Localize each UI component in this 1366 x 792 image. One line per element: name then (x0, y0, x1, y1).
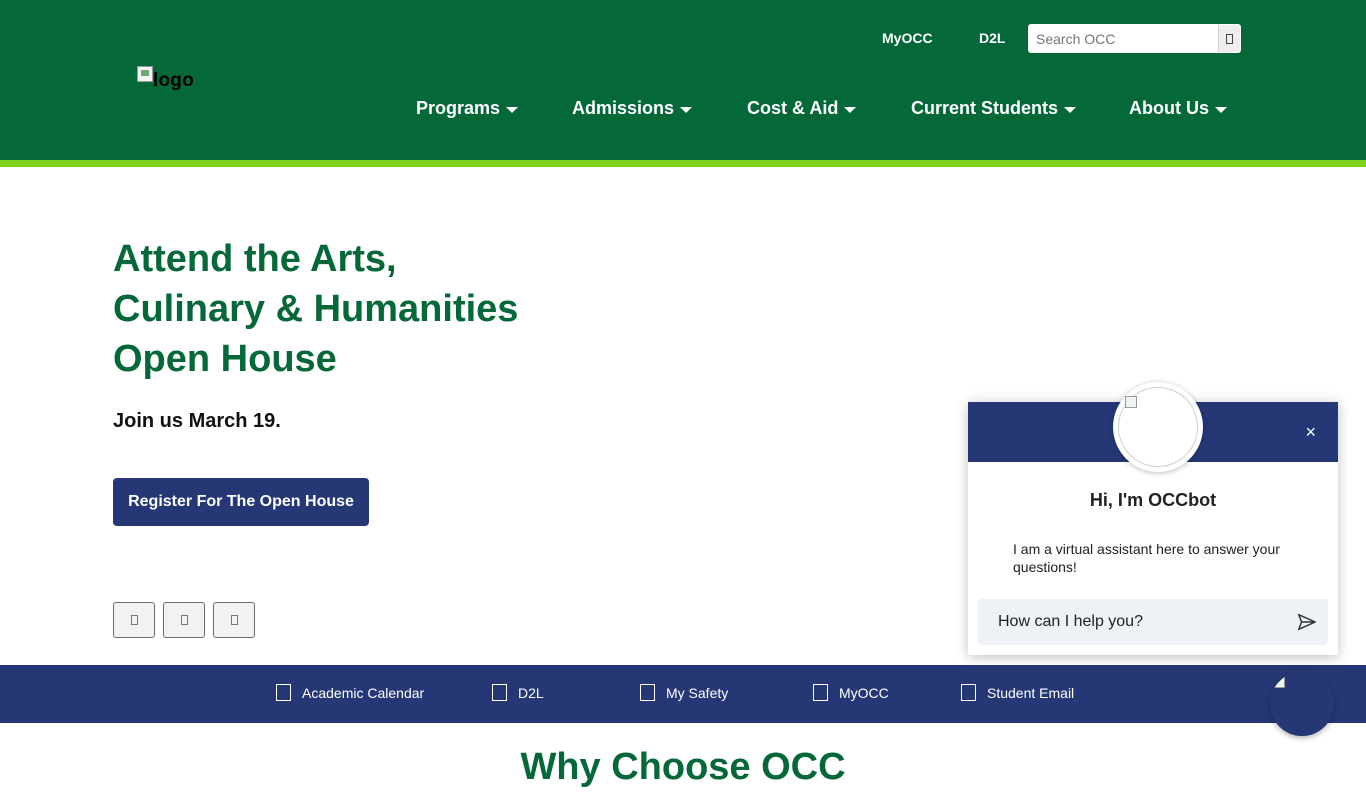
next-slide-button[interactable] (213, 602, 255, 638)
chatbot-avatar (1113, 382, 1203, 472)
broken-image-icon (137, 66, 153, 82)
pause-slide-button[interactable] (163, 602, 205, 638)
nav-about-us[interactable]: About Us (1129, 98, 1227, 119)
previous-slide-icon (130, 615, 138, 625)
quick-link-label: My Safety (666, 684, 729, 701)
quick-link-label: MyOCC (839, 684, 889, 701)
why-choose-heading: Why Choose OCC (520, 746, 846, 788)
logo-alt-text: logo (153, 70, 194, 91)
chatbot-input-bar (978, 599, 1328, 645)
header-accent-stripe (0, 160, 1366, 167)
util-link-d2l[interactable]: D2L (979, 30, 1005, 46)
site-logo[interactable]: logo (137, 66, 194, 92)
hero-title: Attend the Arts, Culinary & Humanities O… (113, 234, 633, 384)
quick-link-label: Academic Calendar (302, 684, 425, 701)
caret-down-icon (844, 106, 857, 113)
nav-current-students[interactable]: Current Students (911, 98, 1077, 119)
nav-admissions[interactable]: Admissions (572, 98, 693, 119)
d2l-icon (492, 684, 507, 701)
nav-label: About Us (1129, 98, 1209, 118)
site-header: logo MyOCC D2L Programs Admissions Cost … (0, 0, 1366, 160)
nav-cost-aid[interactable]: Cost & Aid (747, 98, 857, 119)
broken-image-icon (1118, 387, 1198, 467)
nav-label: Programs (416, 98, 501, 118)
close-icon[interactable]: × (1305, 422, 1316, 442)
util-link-myocc[interactable]: MyOCC (882, 30, 933, 46)
caret-down-icon (1064, 106, 1077, 113)
nav-label: Admissions (572, 98, 675, 118)
caret-down-icon (680, 106, 693, 113)
safety-icon (640, 684, 655, 701)
nav-programs[interactable]: Programs (416, 98, 519, 119)
hero-subtitle: Join us March 19. (113, 410, 281, 432)
email-icon (961, 684, 976, 701)
search-input[interactable] (1028, 24, 1217, 53)
hero-title-line: Attend the Arts, (113, 238, 397, 280)
quick-links-bar: Academic Calendar D2L My Safety MyOCC St… (0, 665, 1366, 723)
myocc-icon (813, 684, 828, 701)
send-icon[interactable] (1296, 611, 1318, 633)
search-form (1028, 24, 1241, 53)
caret-down-icon (506, 106, 519, 113)
hero-title-line: Open House (113, 338, 337, 380)
quick-link-student-email[interactable]: Student Email (961, 684, 1074, 701)
hero-title-line: Culinary & Humanities (113, 288, 519, 330)
calendar-icon (276, 684, 291, 701)
quick-link-label: Student Email (987, 684, 1075, 701)
register-open-house-button[interactable]: Register For The Open House (113, 478, 369, 526)
nav-label: Cost & Aid (747, 98, 839, 118)
nav-label: Current Students (911, 98, 1059, 118)
quick-link-my-safety[interactable]: My Safety (640, 684, 728, 701)
chatbot-launcher-button[interactable] (1270, 672, 1334, 736)
chatbot-input[interactable] (978, 613, 1296, 631)
quick-link-academic-calendar[interactable]: Academic Calendar (276, 684, 424, 701)
chatbot-message: I am a virtual assistant here to answer … (1013, 541, 1280, 575)
search-button[interactable] (1218, 25, 1240, 52)
quick-link-myocc[interactable]: MyOCC (813, 684, 889, 701)
pause-slide-icon (180, 615, 188, 625)
previous-slide-button[interactable] (113, 602, 155, 638)
next-slide-icon (230, 615, 238, 625)
chatbot-panel: × Hi, I'm OCCbot I am a virtual assistan… (968, 382, 1338, 655)
quick-link-d2l[interactable]: D2L (492, 684, 544, 701)
caret-down-icon (1215, 106, 1227, 113)
search-icon (1226, 33, 1233, 44)
chatbot-greeting: Hi, I'm OCCbot (1089, 490, 1217, 510)
quick-link-label: D2L (518, 684, 544, 701)
